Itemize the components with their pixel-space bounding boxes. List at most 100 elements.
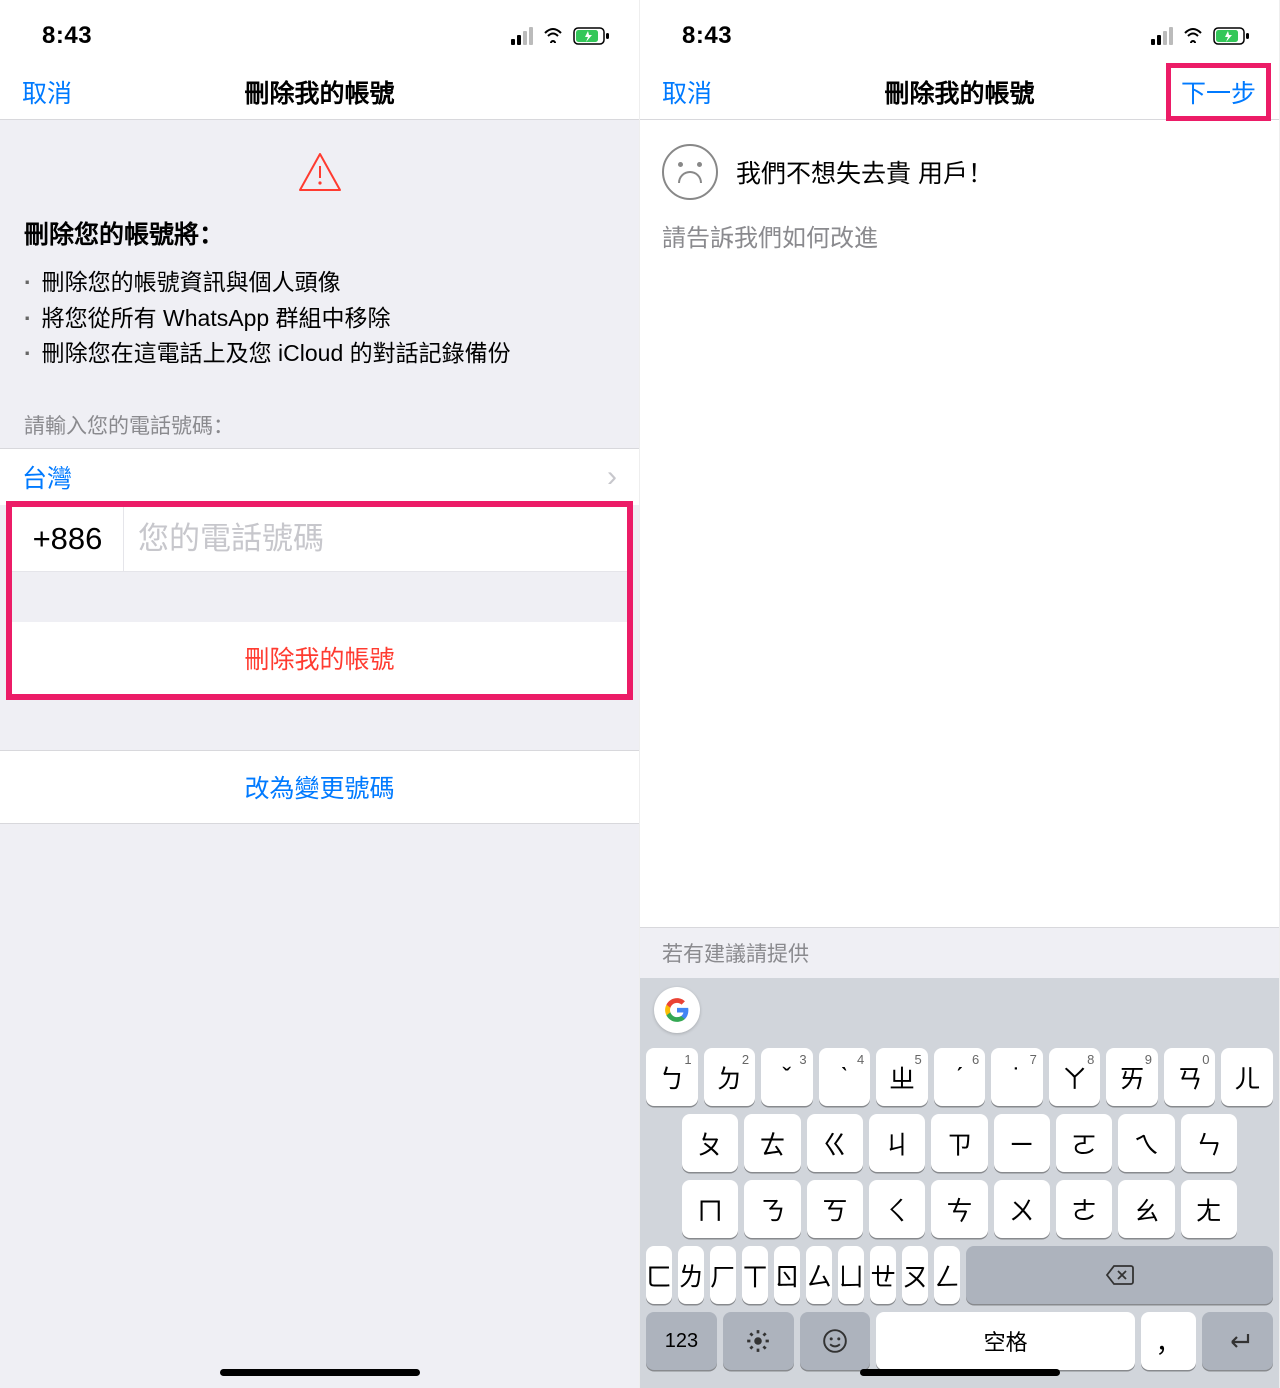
next-button[interactable]: 下一步 (1166, 63, 1271, 121)
key-ㄋ[interactable]: ㄋ (744, 1180, 800, 1238)
nav-bar: 取消 刪除我的帳號 下一步 (640, 64, 1279, 120)
phone-left: 8:43 取消 刪除我的帳號 (0, 0, 640, 1388)
keyboard-toolbar (640, 978, 1279, 1042)
key-ㄜ[interactable]: ㄜ (1056, 1180, 1112, 1238)
info-item: 刪除您的帳號資訊與個人頭像 (24, 265, 615, 301)
key-ㄑ[interactable]: ㄑ (869, 1180, 925, 1238)
phone-right: 8:43 取消 刪除我的帳號 下一步 (640, 0, 1280, 1388)
key-ㄥ[interactable]: ㄥ (934, 1246, 960, 1304)
key-ㄝ[interactable]: ㄝ (870, 1246, 896, 1304)
sad-message-row: 我們不想失去貴 用戶！ (640, 120, 1279, 218)
key-ㄇ[interactable]: ㄇ (682, 1180, 738, 1238)
key-ㄡ[interactable]: ㄡ (902, 1246, 928, 1304)
status-bar: 8:43 (0, 8, 639, 64)
kb-row-2: ㄆㄊㄍㄐㄗㄧㄛㄟㄣ (646, 1114, 1273, 1172)
google-icon[interactable] (654, 987, 700, 1033)
kb-row-5: 123 空格 ， (646, 1312, 1273, 1370)
key-ㄞ[interactable]: ㄞ9 (1106, 1048, 1158, 1106)
key-ㄓ[interactable]: ㄓ5 (876, 1048, 928, 1106)
phone-number-input[interactable] (124, 507, 627, 571)
key-˙[interactable]: ˙7 (991, 1048, 1043, 1106)
change-number-button[interactable]: 改為變更號碼 (0, 750, 639, 824)
key-ㄍ[interactable]: ㄍ (807, 1114, 863, 1172)
settings-key[interactable] (723, 1312, 794, 1370)
cellular-icon (1151, 27, 1173, 45)
battery-charging-icon (573, 26, 611, 46)
key-ㄖ[interactable]: ㄖ (774, 1246, 800, 1304)
key-ㄩ[interactable]: ㄩ (838, 1246, 864, 1304)
key-ㄢ[interactable]: ㄢ0 (1164, 1048, 1216, 1106)
country-selector[interactable]: 台灣 › (0, 449, 639, 505)
status-bar: 8:43 (640, 8, 1279, 64)
key-ˊ[interactable]: ˊ6 (934, 1048, 986, 1106)
enter-key[interactable] (1202, 1312, 1273, 1370)
key-ㄊ[interactable]: ㄊ (744, 1114, 800, 1172)
country-name: 台灣 (22, 459, 72, 495)
wifi-icon (1181, 22, 1205, 50)
key-ㄦ[interactable]: ㄦ (1221, 1048, 1273, 1106)
key-ㄗ[interactable]: ㄗ (931, 1114, 987, 1172)
nav-title: 刪除我的帳號 (884, 74, 1034, 110)
key-ㄟ[interactable]: ㄟ (1118, 1114, 1174, 1172)
key-ˇ[interactable]: ˇ3 (761, 1048, 813, 1106)
info-list: 刪除您的帳號資訊與個人頭像 將您從所有 WhatsApp 群組中移除 刪除您在這… (24, 265, 615, 372)
key-ㄆ[interactable]: ㄆ (682, 1114, 738, 1172)
delete-account-button[interactable]: 刪除我的帳號 (12, 622, 627, 694)
keyboard: ㄅ1ㄉ2ˇ3ˋ4ㄓ5ˊ6˙7ㄚ8ㄞ9ㄢ0ㄦ ㄆㄊㄍㄐㄗㄧㄛㄟㄣ ㄇㄋㄎㄑㄘㄨㄜㄠ… (640, 1042, 1279, 1388)
nav-title: 刪除我的帳號 (244, 74, 394, 110)
feedback-screen: 我們不想失去貴 用戶！ 請告訴我們如何改進 若有建議請提供 ㄅ1ㄉ2ˇ3ˋ4ㄓ5… (640, 120, 1279, 1388)
status-icons (1151, 22, 1251, 50)
key-ㄌ[interactable]: ㄌ (678, 1246, 704, 1304)
kb-row-1: ㄅ1ㄉ2ˇ3ˋ4ㄓ5ˊ6˙7ㄚ8ㄞ9ㄢ0ㄦ (646, 1048, 1273, 1106)
numeric-key[interactable]: 123 (646, 1312, 717, 1370)
emoji-key[interactable] (800, 1312, 871, 1370)
feedback-placeholder: 請告訴我們如何改進 (662, 218, 1257, 253)
chevron-right-icon: › (607, 460, 617, 494)
battery-charging-icon (1213, 26, 1251, 46)
key-ˋ[interactable]: ˋ4 (819, 1048, 871, 1106)
key-ㄐ[interactable]: ㄐ (869, 1114, 925, 1172)
suggest-label: 若有建議請提供 (640, 927, 1279, 978)
space-key[interactable]: 空格 (876, 1312, 1135, 1370)
home-indicator[interactable] (860, 1369, 1060, 1376)
status-icons (511, 22, 611, 50)
comma-key[interactable]: ， (1141, 1312, 1196, 1370)
key-ㄎ[interactable]: ㄎ (807, 1180, 863, 1238)
status-time: 8:43 (682, 22, 732, 50)
cancel-button[interactable]: 取消 (662, 74, 762, 110)
key-ㄨ[interactable]: ㄨ (994, 1180, 1050, 1238)
key-ㄈ[interactable]: ㄈ (646, 1246, 672, 1304)
home-indicator[interactable] (220, 1369, 420, 1376)
kb-row-3: ㄇㄋㄎㄑㄘㄨㄜㄠㄤ (646, 1180, 1273, 1238)
key-ㄘ[interactable]: ㄘ (931, 1180, 987, 1238)
info-heading: 刪除您的帳號將： (24, 215, 615, 251)
info-item: 刪除您在這電話上及您 iCloud 的對話記錄備份 (24, 336, 615, 372)
delete-account-form: 刪除您的帳號將： 刪除您的帳號資訊與個人頭像 將您從所有 WhatsApp 群組… (0, 120, 639, 1388)
wifi-icon (541, 22, 565, 50)
highlight-annotation: +886 刪除我的帳號 (6, 501, 633, 700)
info-block: 刪除您的帳號將： 刪除您的帳號資訊與個人頭像 將您從所有 WhatsApp 群組… (0, 215, 639, 396)
sad-message-text: 我們不想失去貴 用戶！ (736, 154, 993, 190)
key-ㄛ[interactable]: ㄛ (1056, 1114, 1112, 1172)
status-time: 8:43 (42, 22, 92, 50)
key-ㄅ[interactable]: ㄅ1 (646, 1048, 698, 1106)
feedback-textarea[interactable]: 請告訴我們如何改進 (640, 218, 1279, 927)
nav-bar: 取消 刪除我的帳號 (0, 64, 639, 120)
country-code: +886 (12, 507, 124, 571)
backspace-key[interactable] (966, 1246, 1273, 1304)
key-ㄣ[interactable]: ㄣ (1181, 1114, 1237, 1172)
key-ㄚ[interactable]: ㄚ8 (1049, 1048, 1101, 1106)
phone-prompt-label: 請輸入您的電話號碼： (0, 396, 639, 448)
key-ㄏ[interactable]: ㄏ (710, 1246, 736, 1304)
cancel-button[interactable]: 取消 (22, 74, 122, 110)
key-ㄧ[interactable]: ㄧ (994, 1114, 1050, 1172)
key-ㄠ[interactable]: ㄠ (1118, 1180, 1174, 1238)
cellular-icon (511, 27, 533, 45)
spacer (12, 572, 627, 622)
key-ㄒ[interactable]: ㄒ (742, 1246, 768, 1304)
key-ㄙ[interactable]: ㄙ (806, 1246, 832, 1304)
warning-icon (0, 120, 639, 215)
key-ㄤ[interactable]: ㄤ (1181, 1180, 1237, 1238)
sad-face-icon (662, 144, 718, 200)
key-ㄉ[interactable]: ㄉ2 (704, 1048, 756, 1106)
